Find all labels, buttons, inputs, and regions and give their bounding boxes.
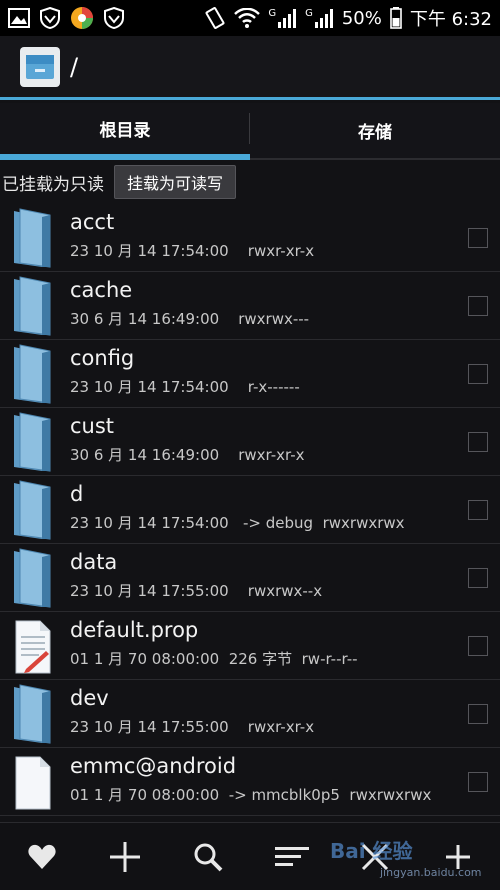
select-checkbox[interactable] (468, 296, 488, 316)
gallery-notification-icon (8, 8, 30, 28)
file-row-dev[interactable]: dev 23 10 月 14 17:55:00 rwxr-xr-x (0, 680, 500, 748)
baidu-watermark: Bai 经验 (330, 839, 413, 863)
file-row-d[interactable]: d 23 10 月 14 17:54:00 -> debug rwxrwxrwx (0, 476, 500, 544)
current-path: / (70, 52, 79, 81)
bottom-action-bar (0, 822, 500, 890)
file-name: emmc@android (70, 754, 237, 778)
file-meta: 01 1 月 70 08:00:00 -> mmcblk0p5 rwxrwxrw… (70, 786, 432, 804)
battery-icon (390, 7, 402, 29)
file-row-default-prop[interactable]: default.prop 01 1 月 70 08:00:00 226 字节 r… (0, 612, 500, 680)
file-name: cache (70, 278, 133, 302)
status-bar-right: G G 50% 下午 6:32 (204, 5, 492, 31)
mount-read-write-button[interactable]: 挂载为可读写 (114, 165, 237, 199)
file-meta: 30 6 月 14 16:49:00 rwxrwx--- (70, 310, 310, 328)
plus-icon (109, 841, 140, 872)
baidu-watermark-url: jingyan.baidu.com (380, 866, 482, 879)
select-checkbox[interactable] (468, 636, 488, 656)
file-list: acct 23 10 月 14 17:54:00 rwxr-xr-x cache… (0, 204, 500, 816)
file-name: default.prop (70, 618, 199, 642)
signal-strength-icon (278, 9, 297, 28)
tab-root[interactable]: 根目录 (0, 103, 250, 160)
file-manager-app-icon[interactable] (20, 46, 60, 87)
search-button[interactable] (188, 837, 228, 877)
shield-notification-icon (40, 7, 60, 29)
add-button[interactable] (105, 837, 145, 877)
file-icon (15, 756, 51, 810)
select-checkbox[interactable] (468, 568, 488, 588)
folder-icon (14, 684, 51, 744)
wifi-icon (234, 8, 261, 28)
app-notification-icon (71, 7, 93, 29)
file-row-data[interactable]: data 23 10 月 14 17:55:00 rwxrwx--x (0, 544, 500, 612)
favorites-button[interactable] (22, 837, 62, 877)
file-name: config (70, 346, 135, 370)
text-file-icon (15, 620, 51, 674)
file-meta: 23 10 月 14 17:54:00 r-x------ (70, 378, 300, 396)
file-name: cust (70, 414, 115, 438)
file-name: dev (70, 686, 109, 710)
search-icon (194, 843, 223, 871)
network-type-label: G (268, 8, 277, 19)
folder-icon (14, 412, 51, 472)
file-row-emmc-android[interactable]: emmc@android 01 1 月 70 08:00:00 -> mmcbl… (0, 748, 500, 816)
mount-status-label: 已挂载为只读 (2, 174, 104, 195)
file-meta: 23 10 月 14 17:54:00 rwxr-xr-x (70, 242, 315, 260)
status-bar-left (8, 6, 124, 30)
shield-check-notification-icon (104, 7, 124, 29)
clock: 下午 6:32 (409, 9, 492, 30)
file-meta: 23 10 月 14 17:55:00 rwxrwx--x (70, 582, 323, 600)
rotation-icon (205, 7, 225, 29)
mount-bar: 已挂载为只读 挂载为可读写 (0, 160, 500, 204)
signal-group-2: G (305, 8, 334, 28)
file-meta: 23 10 月 14 17:55:00 rwxr-xr-x (70, 718, 315, 736)
sort-button[interactable] (272, 837, 312, 877)
file-meta: 23 10 月 14 17:54:00 -> debug rwxrwxrwx (70, 514, 405, 532)
tab-bar: 根目录 存储 (0, 103, 500, 160)
file-row-acct[interactable]: acct 23 10 月 14 17:54:00 rwxr-xr-x (0, 204, 500, 272)
folder-icon (14, 480, 51, 540)
select-checkbox[interactable] (468, 704, 488, 724)
select-checkbox[interactable] (468, 500, 488, 520)
file-row-config[interactable]: config 23 10 月 14 17:54:00 r-x------ (0, 340, 500, 408)
battery-percent: 50% (341, 7, 382, 29)
folder-icon (14, 344, 51, 404)
file-row-cust[interactable]: cust 30 6 月 14 16:49:00 rwxr-xr-x (0, 408, 500, 476)
status-bar: G G 50% 下午 6:32 (0, 0, 500, 36)
file-row-cache[interactable]: cache 30 6 月 14 16:49:00 rwxrwx--- (0, 272, 500, 340)
file-name: acct (70, 210, 115, 234)
file-name: data (70, 550, 118, 574)
sort-icon (274, 846, 309, 866)
heart-icon (28, 844, 56, 869)
file-meta: 01 1 月 70 08:00:00 226 字节 rw-r--r-- (70, 650, 358, 668)
select-checkbox[interactable] (468, 432, 488, 452)
select-checkbox[interactable] (468, 364, 488, 384)
file-meta: 30 6 月 14 16:49:00 rwxr-xr-x (70, 446, 305, 464)
tab-storage[interactable]: 存储 (250, 103, 500, 160)
network-type-label-2: G (305, 8, 313, 19)
signal-strength-icon-2 (314, 9, 333, 28)
select-checkbox[interactable] (468, 228, 488, 248)
file-name: d (70, 482, 84, 506)
title-bar: / (0, 36, 500, 100)
select-checkbox[interactable] (468, 772, 488, 792)
folder-icon (14, 548, 51, 608)
signal-group-1: G (268, 8, 297, 28)
folder-icon (14, 208, 51, 268)
folder-icon (14, 276, 51, 336)
